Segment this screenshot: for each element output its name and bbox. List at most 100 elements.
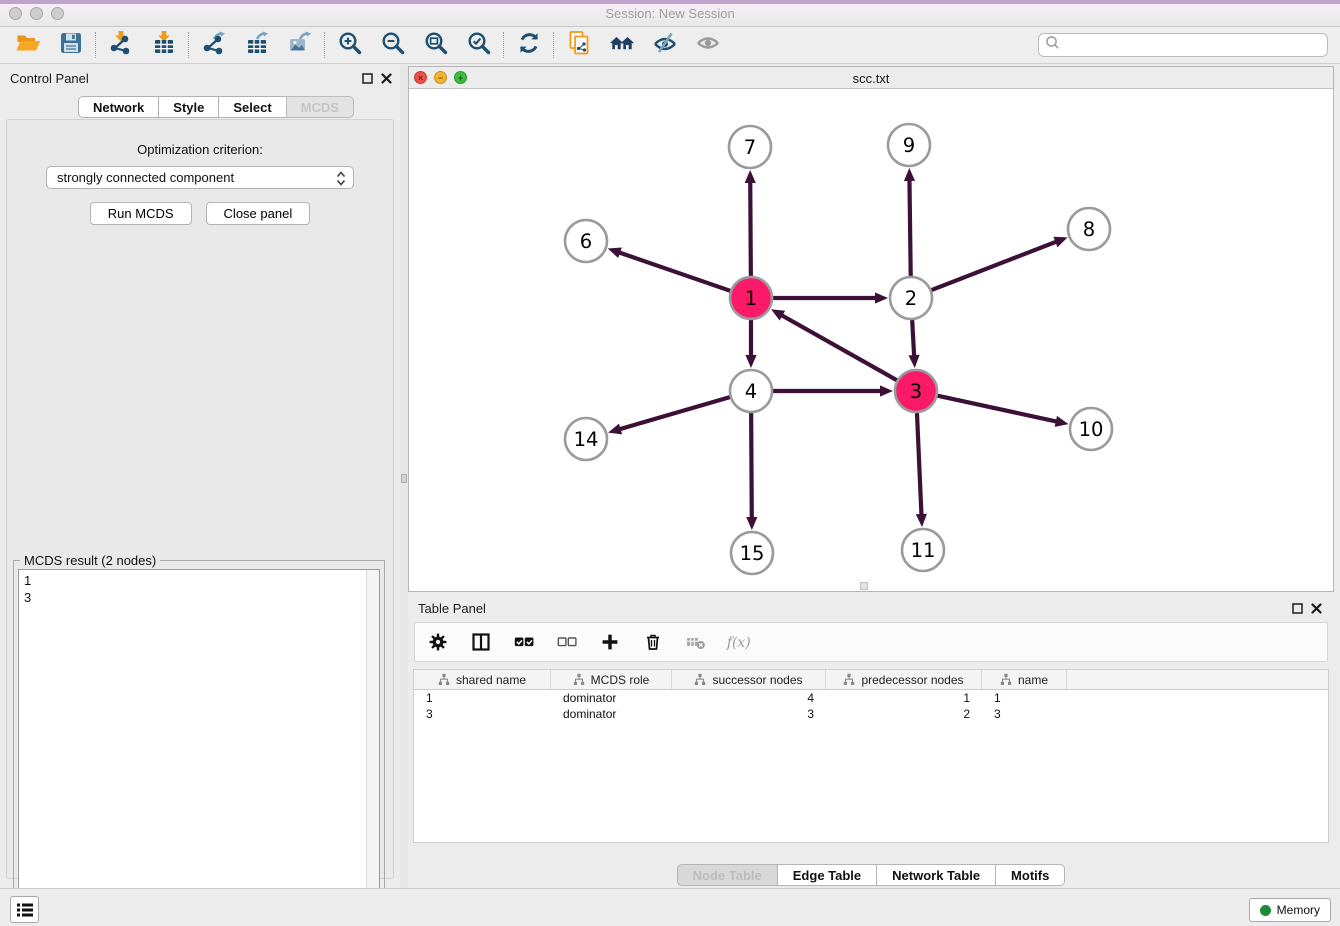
column-header-shared-name[interactable]: shared name xyxy=(414,670,551,689)
control-tab-network[interactable]: Network xyxy=(78,96,159,118)
criterion-select[interactable]: strongly connected component xyxy=(46,166,354,189)
network-window-titlebar[interactable]: × − + scc.txt xyxy=(409,67,1333,89)
table-tab-edge-table[interactable]: Edge Table xyxy=(777,864,877,886)
refresh-button[interactable] xyxy=(507,29,550,61)
zoom-fit-button[interactable] xyxy=(414,29,457,61)
window-title: Session: New Session xyxy=(0,6,1340,21)
table-cell[interactable]: dominator xyxy=(551,690,672,706)
control-panel-tabs: NetworkStyleSelectMCDS xyxy=(78,96,354,118)
vertical-splitter[interactable] xyxy=(400,65,408,888)
table-settings-button[interactable] xyxy=(425,630,451,654)
edge-2-8[interactable] xyxy=(932,241,1058,290)
edge-4-14[interactable] xyxy=(619,397,730,429)
edge-2-3[interactable] xyxy=(912,320,914,357)
chevron-up-down-icon xyxy=(333,170,349,190)
control-tab-select[interactable]: Select xyxy=(218,96,286,118)
edge-3-1[interactable] xyxy=(781,315,897,381)
graph-node-label-3: 3 xyxy=(910,380,922,403)
deselect-all-checkboxes-button[interactable] xyxy=(554,630,580,654)
save-session-button[interactable] xyxy=(49,29,92,61)
float-panel-icon[interactable] xyxy=(1292,601,1303,619)
edge-4-15[interactable] xyxy=(751,413,752,519)
column-header-label: predecessor nodes xyxy=(861,673,963,687)
status-bar: Memory xyxy=(0,888,1340,926)
first-neighbors-button[interactable] xyxy=(600,29,643,61)
table-cell[interactable]: 2 xyxy=(826,706,982,722)
table-tabs: Node TableEdge TableNetwork TableMotifs xyxy=(408,864,1334,886)
graph-node-label-7: 7 xyxy=(744,136,756,159)
column-type-icon xyxy=(694,673,706,686)
table-cell[interactable]: 1 xyxy=(826,690,982,706)
column-type-icon xyxy=(843,673,855,686)
edge-1-6[interactable] xyxy=(618,252,730,291)
network-canvas[interactable]: 7968124314101511 xyxy=(409,89,1333,591)
edge-3-11[interactable] xyxy=(917,413,922,516)
table-cell[interactable]: 3 xyxy=(672,706,826,722)
column-header-successor-nodes[interactable]: successor nodes xyxy=(672,670,826,689)
table-tab-network-table[interactable]: Network Table xyxy=(876,864,996,886)
splitter-grip[interactable] xyxy=(401,474,407,483)
column-header-MCDS-role[interactable]: MCDS role xyxy=(551,670,672,689)
add-column-button[interactable] xyxy=(597,630,623,654)
run-mcds-button[interactable]: Run MCDS xyxy=(90,202,192,225)
delete-column-button[interactable] xyxy=(640,630,666,654)
table-cell[interactable]: 1 xyxy=(982,690,1067,706)
control-panel-title: Control Panel xyxy=(10,71,89,86)
result-scrollbar[interactable] xyxy=(366,570,379,926)
toolbar-separator xyxy=(503,32,504,58)
table-cell[interactable]: 1 xyxy=(414,690,551,706)
table-panel: Table Panel f(x) shared nameMCDS rolesuc… xyxy=(408,595,1334,865)
select-all-checkboxes-button[interactable] xyxy=(511,630,537,654)
table-tab-node-table[interactable]: Node Table xyxy=(677,864,778,886)
graph-node-label-2: 2 xyxy=(905,287,917,310)
open-file-button[interactable] xyxy=(6,29,49,61)
edge-arrow-4-14 xyxy=(608,424,622,435)
export-image-button[interactable] xyxy=(278,29,321,61)
zoom-in-icon xyxy=(337,30,363,61)
table-cell[interactable]: 3 xyxy=(982,706,1067,722)
import-table-button[interactable] xyxy=(142,29,185,61)
control-tab-mcds[interactable]: MCDS xyxy=(286,96,354,118)
search-field[interactable] xyxy=(1038,33,1328,57)
zoom-in-button[interactable] xyxy=(328,29,371,61)
export-network-button[interactable] xyxy=(192,29,235,61)
close-panel-icon[interactable] xyxy=(381,71,392,89)
new-network-from-selection-button[interactable] xyxy=(557,29,600,61)
import-network-button[interactable] xyxy=(99,29,142,61)
zoom-selected-button[interactable] xyxy=(457,29,500,61)
table-cell[interactable]: 4 xyxy=(672,690,826,706)
table-tab-motifs[interactable]: Motifs xyxy=(995,864,1065,886)
show-graphics-details-button[interactable] xyxy=(686,29,729,61)
table-row[interactable]: 1dominator411 xyxy=(414,690,1328,706)
hide-graphics-details-icon xyxy=(652,30,678,61)
edge-arrow-4-3 xyxy=(880,385,893,396)
column-header-name[interactable]: name xyxy=(982,670,1067,689)
table-header-row: shared nameMCDS rolesuccessor nodes prede… xyxy=(414,670,1328,690)
column-header-predecessor-nodes[interactable]: predecessor nodes xyxy=(826,670,982,689)
table-row[interactable]: 3dominator323 xyxy=(414,706,1328,722)
table-cell[interactable]: dominator xyxy=(551,706,672,722)
table-panel-header: Table Panel xyxy=(408,595,1334,621)
mcds-result-title: MCDS result (2 nodes) xyxy=(20,553,160,568)
zoom-out-button[interactable] xyxy=(371,29,414,61)
network-graph[interactable]: 7968124314101511 xyxy=(409,89,1333,591)
memory-button[interactable]: Memory xyxy=(1249,898,1331,922)
mcds-result-textarea[interactable]: 13 xyxy=(18,569,380,926)
edge-1-7[interactable] xyxy=(750,181,751,276)
table-cell[interactable]: 3 xyxy=(414,706,551,722)
export-table-button[interactable] xyxy=(235,29,278,61)
edge-arrow-2-9 xyxy=(904,168,915,181)
edge-3-10[interactable] xyxy=(937,396,1057,422)
hide-graphics-details-button[interactable] xyxy=(643,29,686,61)
task-history-button[interactable] xyxy=(10,896,39,923)
close-panel-icon[interactable] xyxy=(1311,601,1322,619)
canvas-scroll-grip[interactable] xyxy=(860,582,868,590)
toggle-panes-button[interactable] xyxy=(468,630,494,654)
float-panel-icon[interactable] xyxy=(362,71,373,89)
edge-arrow-4-15 xyxy=(746,517,757,530)
close-panel-button[interactable]: Close panel xyxy=(206,202,311,225)
search-input[interactable] xyxy=(1061,37,1327,53)
edge-2-9[interactable] xyxy=(909,179,910,276)
control-tab-style[interactable]: Style xyxy=(158,96,219,118)
edge-arrow-1-2 xyxy=(875,292,888,303)
